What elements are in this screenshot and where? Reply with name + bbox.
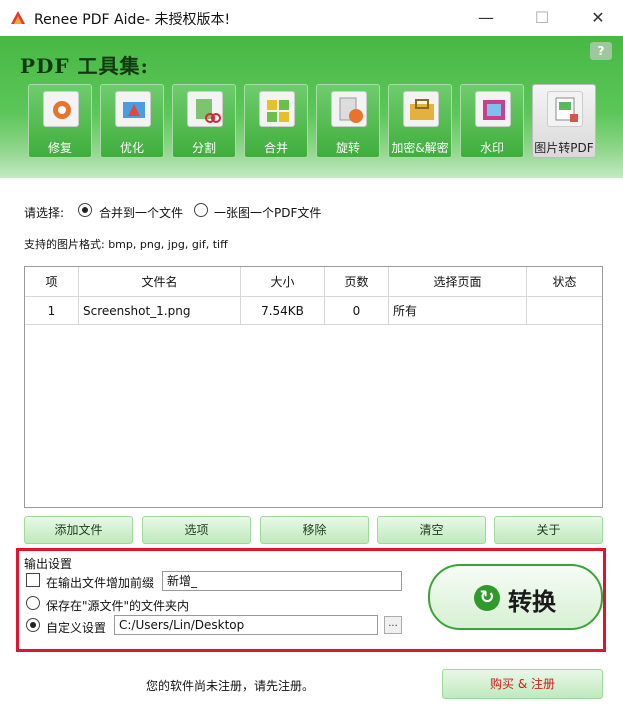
column-header-size[interactable]: 大小 (241, 267, 325, 297)
file-table[interactable]: 项 文件名 大小 页数 选择页面 状态 1 Screenshot_1.png 7… (24, 266, 603, 508)
optimize-icon (115, 91, 151, 127)
cell-filename[interactable]: Screenshot_1.png (79, 297, 241, 325)
cell-status[interactable] (527, 297, 602, 325)
tool-optimize[interactable]: 优化 (100, 84, 164, 158)
refresh-icon: ↻ (474, 585, 500, 611)
cell-pages[interactable]: 0 (325, 297, 389, 325)
output-settings-label: 输出设置 (24, 557, 73, 571)
tool-label: 分割 (191, 141, 216, 155)
tool-label: 水印 (479, 141, 504, 155)
tool-rotate[interactable]: 旋转 (316, 84, 380, 158)
image-to-pdf-icon (547, 91, 583, 127)
tool-header: PDF 工具集: ? 修复 优化 分割 合并 旋转 加密&解密 水印 图片转PD… (0, 36, 623, 178)
prefix-input[interactable]: 新增_ (162, 571, 402, 591)
tool-label: 图片转PDF (534, 141, 594, 155)
watermark-icon (475, 91, 511, 127)
tool-label: 加密&解密 (391, 141, 449, 155)
tool-image-to-pdf[interactable]: 图片转PDF (532, 84, 596, 158)
custom-path-input[interactable]: C:/Users/Lin/Desktop (114, 615, 378, 635)
options-button[interactable]: 选项 (142, 516, 251, 544)
column-header-pages[interactable]: 页数 (325, 267, 389, 297)
tool-merge[interactable]: 合并 (244, 84, 308, 158)
add-file-button[interactable]: 添加文件 (24, 516, 133, 544)
select-label: 请选择: (24, 206, 65, 220)
convert-button[interactable]: ↻ 转换 (428, 564, 603, 630)
save-source-label[interactable]: 保存在"源文件"的文件夹内 (46, 597, 189, 614)
merge-radio[interactable] (78, 203, 92, 217)
tool-repair[interactable]: 修复 (28, 84, 92, 158)
per-image-option-label[interactable]: 一张图一个PDF文件 (214, 204, 321, 221)
tool-label: 修复 (47, 141, 72, 155)
split-icon (187, 91, 223, 127)
maximize-button[interactable]: ☐ (528, 6, 556, 30)
clear-button[interactable]: 清空 (377, 516, 486, 544)
merge-option-label[interactable]: 合并到一个文件 (99, 204, 183, 221)
supported-formats: 支持的图片格式: bmp, png, jpg, gif, tiff (24, 238, 228, 251)
tool-watermark[interactable]: 水印 (460, 84, 524, 158)
save-source-radio[interactable] (26, 596, 40, 610)
column-header-index[interactable]: 项 (25, 267, 79, 297)
registration-status: 您的软件尚未注册，请先注册。 (146, 679, 315, 693)
rotate-icon (331, 91, 367, 127)
prefix-label[interactable]: 在输出文件增加前缀 (46, 574, 154, 591)
column-header-status[interactable]: 状态 (527, 267, 602, 297)
repair-icon (43, 91, 79, 127)
tool-label: 旋转 (335, 141, 360, 155)
buy-register-button[interactable]: 购买 & 注册 (442, 669, 603, 699)
tool-label: 优化 (119, 141, 144, 155)
encrypt-icon (403, 91, 439, 127)
minimize-button[interactable]: — (472, 6, 500, 30)
merge-icon (259, 91, 295, 127)
help-icon[interactable]: ? (590, 42, 612, 60)
toolset-title: PDF 工具集: (20, 54, 149, 78)
custom-path-label[interactable]: 自定义设置 (46, 619, 106, 636)
prefix-checkbox[interactable] (26, 573, 40, 587)
tool-split[interactable]: 分割 (172, 84, 236, 158)
convert-label: 转换 (508, 588, 556, 616)
window-title: Renee PDF Aide- 未授权版本! (34, 12, 231, 28)
remove-button[interactable]: 移除 (260, 516, 369, 544)
cell-index[interactable]: 1 (25, 297, 79, 325)
cell-page-select[interactable]: 所有 (389, 297, 527, 325)
cell-size[interactable]: 7.54KB (241, 297, 325, 325)
title-bar: Renee PDF Aide- 未授权版本! — ☐ ✕ (0, 0, 623, 36)
app-logo-icon (11, 11, 25, 24)
per-image-radio[interactable] (194, 203, 208, 217)
about-button[interactable]: 关于 (494, 516, 603, 544)
close-button[interactable]: ✕ (584, 6, 612, 30)
browse-button[interactable]: ... (384, 616, 402, 634)
column-header-filename[interactable]: 文件名 (79, 267, 241, 297)
tool-encrypt[interactable]: 加密&解密 (388, 84, 452, 158)
custom-path-radio[interactable] (26, 618, 40, 632)
column-header-page-select[interactable]: 选择页面 (389, 267, 527, 297)
tool-label: 合并 (263, 141, 288, 155)
